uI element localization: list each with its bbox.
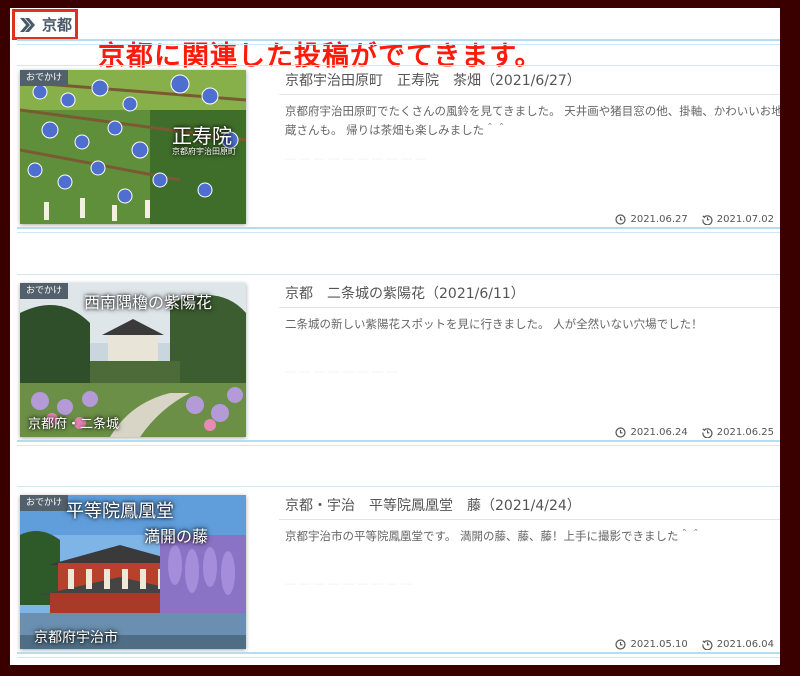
post-excerpt: 京都府宇治田原町でたくさんの風鈴を見てきました。 天井画や猪目窓の他、掛軸、かわ… [285,104,780,137]
title-divider [279,307,780,308]
updated-date: 2021.06.25 [716,427,774,438]
faded-text: ― ― ― ― ― ― ― ― [285,365,398,378]
thumb-caption: 京都府・二条城 [28,417,120,432]
post-card[interactable]: おでかけ 西南隅櫓の紫陽花 京都府・二条城 京都 二条城の紫陽花（2021/6/… [17,279,780,449]
divider [17,652,780,654]
thumb-caption: 平等院鳳凰堂 [66,501,174,522]
clock-icon [615,427,627,438]
divider [17,657,780,658]
post-dates: 2021.05.10 2021.06.04 [615,639,774,650]
category-badge: おでかけ [20,70,69,86]
faded-text: ― ― ― ― ― ― ― ― ― [285,577,412,590]
category-badge: おでかけ [20,283,69,299]
history-icon [702,427,713,438]
thumb-caption: 満開の藤 [144,527,209,546]
post-card[interactable]: おでかけ 正寿院 京都府宇治田原町 京都宇治田原町 正寿院 茶畑（2021/6/… [17,66,780,236]
thumb-caption: 京都府宇治田原町 [172,147,236,156]
post-title[interactable]: 京都・宇治 平等院鳳凰堂 藤（2021/4/24） [285,495,581,515]
category-badge: おでかけ [20,495,69,511]
double-chevron-icon [19,17,36,33]
divider [17,232,780,233]
post-thumbnail[interactable]: おでかけ 正寿院 京都府宇治田原町 [20,70,246,224]
divider [17,440,780,442]
published-date: 2021.06.24 [630,427,688,438]
post-title[interactable]: 京都宇治田原町 正寿院 茶畑（2021/6/27） [285,70,581,90]
thumb-caption: 正寿院 [172,124,232,148]
divider [17,227,780,229]
divider [17,39,780,41]
page-frame: 京都 京都に関連した投稿がでてきます。 おでかけ 正寿院 京都府宇治田原町 京都… [10,8,780,665]
history-icon [702,639,713,650]
clock-icon [615,639,627,650]
post-thumbnail[interactable]: おでかけ 西南隅櫓の紫陽花 京都府・二条城 [20,283,246,437]
post-excerpt: 京都宇治市の平等院鳳凰堂です。 満開の藤、藤、藤！上手に撮影できました＾＾ [285,529,702,543]
breadcrumb-label: 京都 [42,16,73,34]
post-dates: 2021.06.24 2021.06.25 [615,427,774,438]
post-title[interactable]: 京都 二条城の紫陽花（2021/6/11） [285,283,525,303]
updated-date: 2021.06.04 [716,639,774,650]
clock-icon [615,214,627,225]
post-dates: 2021.06.27 2021.07.02 [615,214,774,225]
post-thumbnail[interactable]: おでかけ 平等院鳳凰堂 満開の藤 京都府宇治市 [20,495,246,649]
breadcrumb[interactable]: 京都 [12,9,78,40]
title-divider [279,519,780,520]
updated-date: 2021.07.02 [716,214,774,225]
published-date: 2021.05.10 [630,639,688,650]
faded-text: ― ― ― ― ― ― ― ― ― ― [285,152,427,165]
divider [17,486,780,487]
thumb-caption: 西南隅櫓の紫陽花 [84,293,213,312]
history-icon [702,214,713,225]
divider [17,274,780,275]
published-date: 2021.06.27 [630,214,688,225]
title-divider [279,94,780,95]
post-excerpt: 二条城の新しい紫陽花スポットを見に行きました。 人が全然いない穴場でした！ [285,317,703,331]
thumb-caption: 京都府宇治市 [34,630,118,646]
post-card[interactable]: おでかけ 平等院鳳凰堂 満開の藤 京都府宇治市 京都・宇治 平等院鳳凰堂 藤（2… [17,491,780,661]
divider [17,445,780,446]
divider [17,44,780,45]
